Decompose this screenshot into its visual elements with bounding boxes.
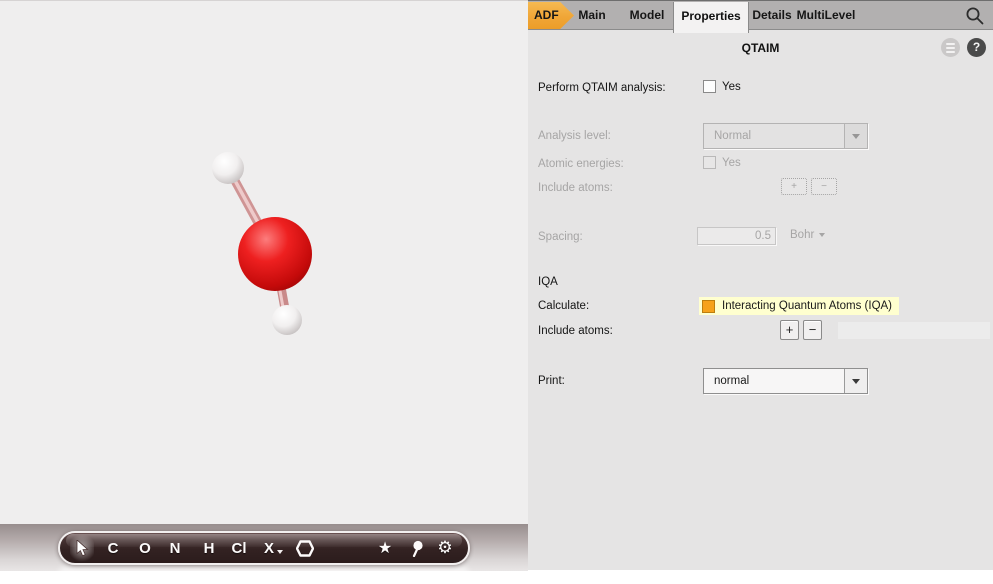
tab-adf[interactable]: ADF (528, 2, 574, 29)
calculate-label: Calculate: (538, 300, 590, 312)
gear-icon: ⚙ (437, 538, 453, 557)
page-title: QTAIM (741, 41, 780, 55)
include-atoms-iqa-label: Include atoms: (538, 325, 613, 337)
perform-qtaim-checkbox[interactable] (703, 80, 716, 93)
perform-qtaim-checkbox-row: Yes (703, 80, 741, 93)
atomic-energies-checkbox-row: Yes (703, 156, 741, 169)
unit-chevron-down-icon (819, 233, 826, 237)
spacing-unit-label: Bohr (790, 229, 815, 241)
element-button-chlorine[interactable]: Cl (227, 533, 251, 563)
menu-icon (946, 42, 955, 45)
element-button-other[interactable]: X (257, 533, 281, 563)
tab-main[interactable]: Main (574, 1, 610, 30)
settings-button[interactable]: ⚙ (433, 533, 457, 563)
help-button[interactable]: ? (967, 38, 986, 57)
element-button-carbon[interactable]: C (101, 533, 125, 563)
balloon-icon (412, 540, 423, 557)
star-icon: ★ (377, 540, 393, 557)
search-icon (966, 7, 984, 25)
tab-multilevel[interactable]: MultiLevel (793, 1, 859, 30)
print-value: normal (714, 375, 750, 387)
print-label: Print: (538, 375, 565, 387)
toolbar-reflection (58, 566, 470, 584)
chevron-down-icon (852, 378, 860, 384)
calculate-iqa-checkbox[interactable] (702, 299, 715, 313)
include-atoms-qtaim-add-button[interactable]: + (781, 178, 807, 195)
cursor-arrow-icon (76, 539, 89, 556)
calculate-option-row: Interacting Quantum Atoms (IQA) (699, 297, 900, 315)
select-cursor-button[interactable] (70, 533, 94, 563)
print-dropdown-arrow (844, 369, 867, 393)
structures-star-button[interactable]: ★ (373, 533, 397, 563)
print-dropdown[interactable]: normal (703, 368, 868, 394)
oxygen-atom (238, 217, 312, 291)
spacing-unit[interactable]: Bohr (790, 229, 826, 241)
pre-optimizer-button[interactable] (405, 533, 429, 563)
perform-qtaim-label: Perform QTAIM analysis: (538, 82, 666, 94)
tab-model[interactable]: Model (624, 1, 670, 30)
properties-panel: ADF Main Model Properties Details MultiL… (528, 0, 993, 570)
atomic-energies-label: Atomic energies: (538, 158, 624, 170)
atomic-energies-checkbox[interactable] (703, 156, 716, 169)
include-atoms-iqa-remove-button[interactable]: − (803, 320, 822, 340)
atomic-energies-checkbox-label: Yes (722, 156, 741, 169)
perform-qtaim-checkbox-label: Yes (722, 80, 741, 93)
ring-tool-button[interactable] (293, 533, 317, 563)
question-icon: ? (972, 40, 981, 54)
water-molecule-model (212, 152, 312, 335)
include-atoms-iqa-field[interactable] (838, 322, 990, 339)
search-button[interactable] (965, 6, 985, 26)
spacing-label: Spacing: (538, 231, 583, 243)
tab-details[interactable]: Details (752, 1, 792, 30)
tab-bar: ADF Main Model Properties Details MultiL… (528, 0, 993, 33)
tab-properties[interactable]: Properties (673, 2, 749, 33)
hydrogen-atom-top (212, 152, 244, 184)
analysis-level-value: Normal (714, 130, 752, 142)
calculate-option-label: Interacting Quantum Atoms (IQA) (722, 300, 893, 312)
molecule-viewport[interactable]: C O N H Cl X ★ ⚙ (0, 0, 528, 584)
include-atoms-iqa-add-button[interactable]: + (780, 320, 799, 340)
hexagon-ring-icon (296, 539, 314, 557)
element-button-oxygen[interactable]: O (133, 533, 157, 563)
include-atoms-qtaim-label: Include atoms: (538, 182, 613, 194)
element-other-chevron-down-icon (277, 550, 283, 554)
iqa-section-heading: IQA (538, 276, 558, 288)
panel-menu-button[interactable] (941, 38, 960, 57)
adf-input-window: C O N H Cl X ★ ⚙ ADF Main Model Properti… (0, 0, 993, 584)
element-toolbar: C O N H Cl X ★ ⚙ (58, 531, 470, 565)
chevron-down-icon (852, 133, 860, 139)
include-atoms-qtaim-remove-button[interactable]: − (811, 178, 837, 195)
hydrogen-atom-bottom (272, 305, 302, 335)
element-button-nitrogen[interactable]: N (163, 533, 187, 563)
spacing-input[interactable] (697, 227, 776, 245)
analysis-level-dropdown-arrow (844, 124, 867, 148)
analysis-level-dropdown[interactable]: Normal (703, 123, 868, 149)
analysis-level-label: Analysis level: (538, 130, 611, 142)
element-button-hydrogen[interactable]: H (197, 533, 221, 563)
